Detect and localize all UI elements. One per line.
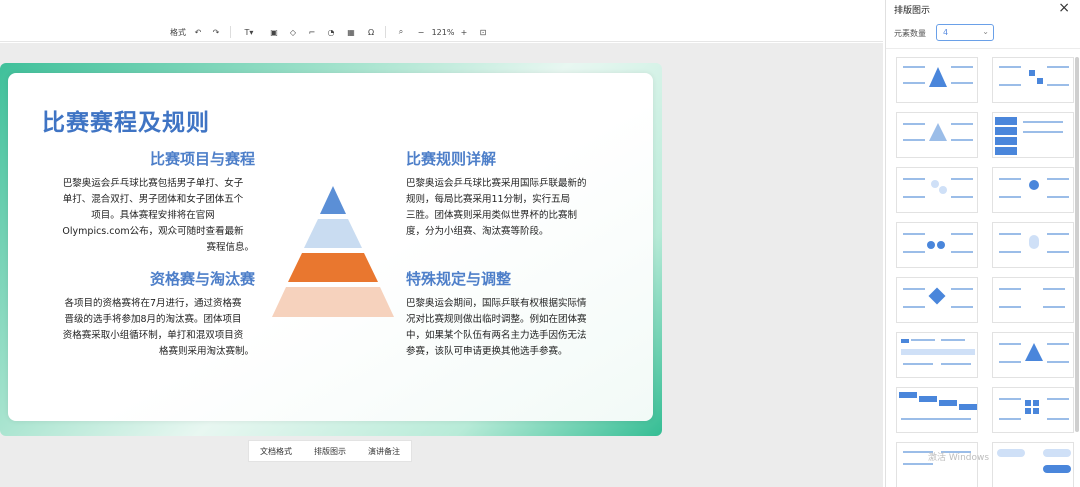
layout-thumbnail[interactable] — [896, 277, 978, 323]
table-icon[interactable]: ▦ — [345, 25, 357, 39]
zoom-in-button[interactable]: + — [458, 25, 470, 39]
slide-canvas: 比赛赛程及规则 比赛项目与赛程 巴黎奥运会乒乓球比赛包括男子单打、女子 单打、混… — [0, 43, 883, 487]
editor-toolbar: 格式 ↶ ↷ T▾ ▣ ◇ ⌐ ◔ ▦ Ω ⌕ − 121% + ⊡ — [0, 22, 883, 42]
close-icon[interactable]: × — [1058, 0, 1070, 16]
layout-thumbnail[interactable] — [896, 442, 978, 487]
undo-icon[interactable]: ↶ — [192, 25, 204, 39]
pyramid-level-3 — [288, 253, 378, 282]
body-qualify[interactable]: 各项目的资格赛将在7月进行，通过资格赛 晋级的选手将参加8月的淘汰赛。团体项目 … — [48, 296, 258, 360]
body-rules[interactable]: 巴黎奥运会乒乓球比赛采用国际乒联最新的 规则，每局比赛采用11分制，实行五局 三… — [406, 176, 646, 240]
tab-layout-diagram[interactable]: 排版图示 — [314, 446, 346, 457]
heading-rules[interactable]: 比赛规则详解 — [406, 148, 496, 169]
layout-thumbnail[interactable] — [992, 332, 1074, 378]
layout-thumbnail[interactable] — [896, 387, 978, 433]
heading-special[interactable]: 特殊规定与调整 — [406, 268, 511, 289]
zoom-search-icon[interactable]: ⌕ — [395, 25, 407, 39]
heading-qualify[interactable]: 资格赛与淘汰赛 — [150, 268, 255, 289]
element-count-label: 元素数量 — [894, 29, 926, 38]
redo-icon[interactable]: ↷ — [210, 25, 222, 39]
chart-icon[interactable]: ◔ — [325, 25, 337, 39]
slide-title[interactable]: 比赛赛程及规则 — [42, 103, 210, 137]
pyramid-level-4 — [272, 287, 394, 317]
layout-thumbnail[interactable] — [992, 167, 1074, 213]
chevron-down-icon: ⌄ — [982, 27, 989, 36]
tab-speaker-notes[interactable]: 演讲备注 — [368, 446, 400, 457]
fit-screen-icon[interactable]: ⊡ — [477, 25, 489, 39]
pyramid-graphic[interactable] — [263, 186, 403, 326]
tab-doc-format[interactable]: 文档格式 — [260, 446, 292, 457]
layout-thumbnail[interactable] — [992, 387, 1074, 433]
layout-thumbnail[interactable] — [992, 277, 1074, 323]
panel-title: 排版图示 — [894, 6, 931, 16]
layout-thumbnail[interactable] — [896, 57, 978, 103]
body-special[interactable]: 巴黎奥运会期间，国际乒联有权根据实际情 况对比赛规则做出临时调整。例如在团体赛 … — [406, 296, 646, 360]
layout-thumbnail[interactable] — [896, 332, 978, 378]
layout-thumbnail[interactable] — [992, 222, 1074, 268]
heading-schedule[interactable]: 比赛项目与赛程 — [150, 148, 255, 169]
app-root: 格式 ↶ ↷ T▾ ▣ ◇ ⌐ ◔ ▦ Ω ⌕ − 121% + ⊡ 比赛赛程及… — [0, 0, 1080, 487]
pyramid-level-2 — [304, 219, 362, 248]
shape-icon[interactable]: ◇ — [287, 25, 299, 39]
format-button[interactable]: 格式 — [168, 25, 188, 39]
zoom-out-button[interactable]: − — [415, 25, 427, 39]
layout-thumbnail[interactable] — [992, 442, 1074, 487]
layout-thumbnail[interactable] — [896, 112, 978, 158]
slide-background-frame: 比赛赛程及规则 比赛项目与赛程 巴黎奥运会乒乓球比赛包括男子单打、女子 单打、混… — [0, 63, 662, 436]
layout-thumbnail[interactable] — [896, 222, 978, 268]
element-count-select[interactable]: 4 ⌄ — [936, 24, 994, 41]
line-icon[interactable]: ⌐ — [306, 25, 318, 39]
layout-thumbnail[interactable] — [992, 112, 1074, 158]
panel-scrollbar[interactable] — [1075, 57, 1079, 432]
pyramid-level-1 — [320, 186, 346, 214]
symbol-icon[interactable]: Ω — [365, 25, 377, 39]
layout-thumbnail[interactable] — [896, 167, 978, 213]
body-schedule[interactable]: 巴黎奥运会乒乓球比赛包括男子单打、女子 单打、混合双打、男子团体和女子团体五个 … — [48, 176, 258, 256]
windows-activation-watermark: 激活 Windows — [928, 453, 990, 463]
bottom-tab-strip: 文档格式 排版图示 演讲备注 — [248, 440, 412, 462]
zoom-level: 121% — [431, 27, 455, 37]
slide[interactable]: 比赛赛程及规则 比赛项目与赛程 巴黎奥运会乒乓球比赛包括男子单打、女子 单打、混… — [8, 73, 653, 421]
layout-diagram-panel: 排版图示 × 元素数量 4 ⌄ 激活 Windows — [885, 0, 1080, 487]
layout-thumbnail[interactable] — [992, 57, 1074, 103]
image-icon[interactable]: ▣ — [268, 25, 280, 39]
text-box-icon[interactable]: T▾ — [238, 25, 260, 39]
